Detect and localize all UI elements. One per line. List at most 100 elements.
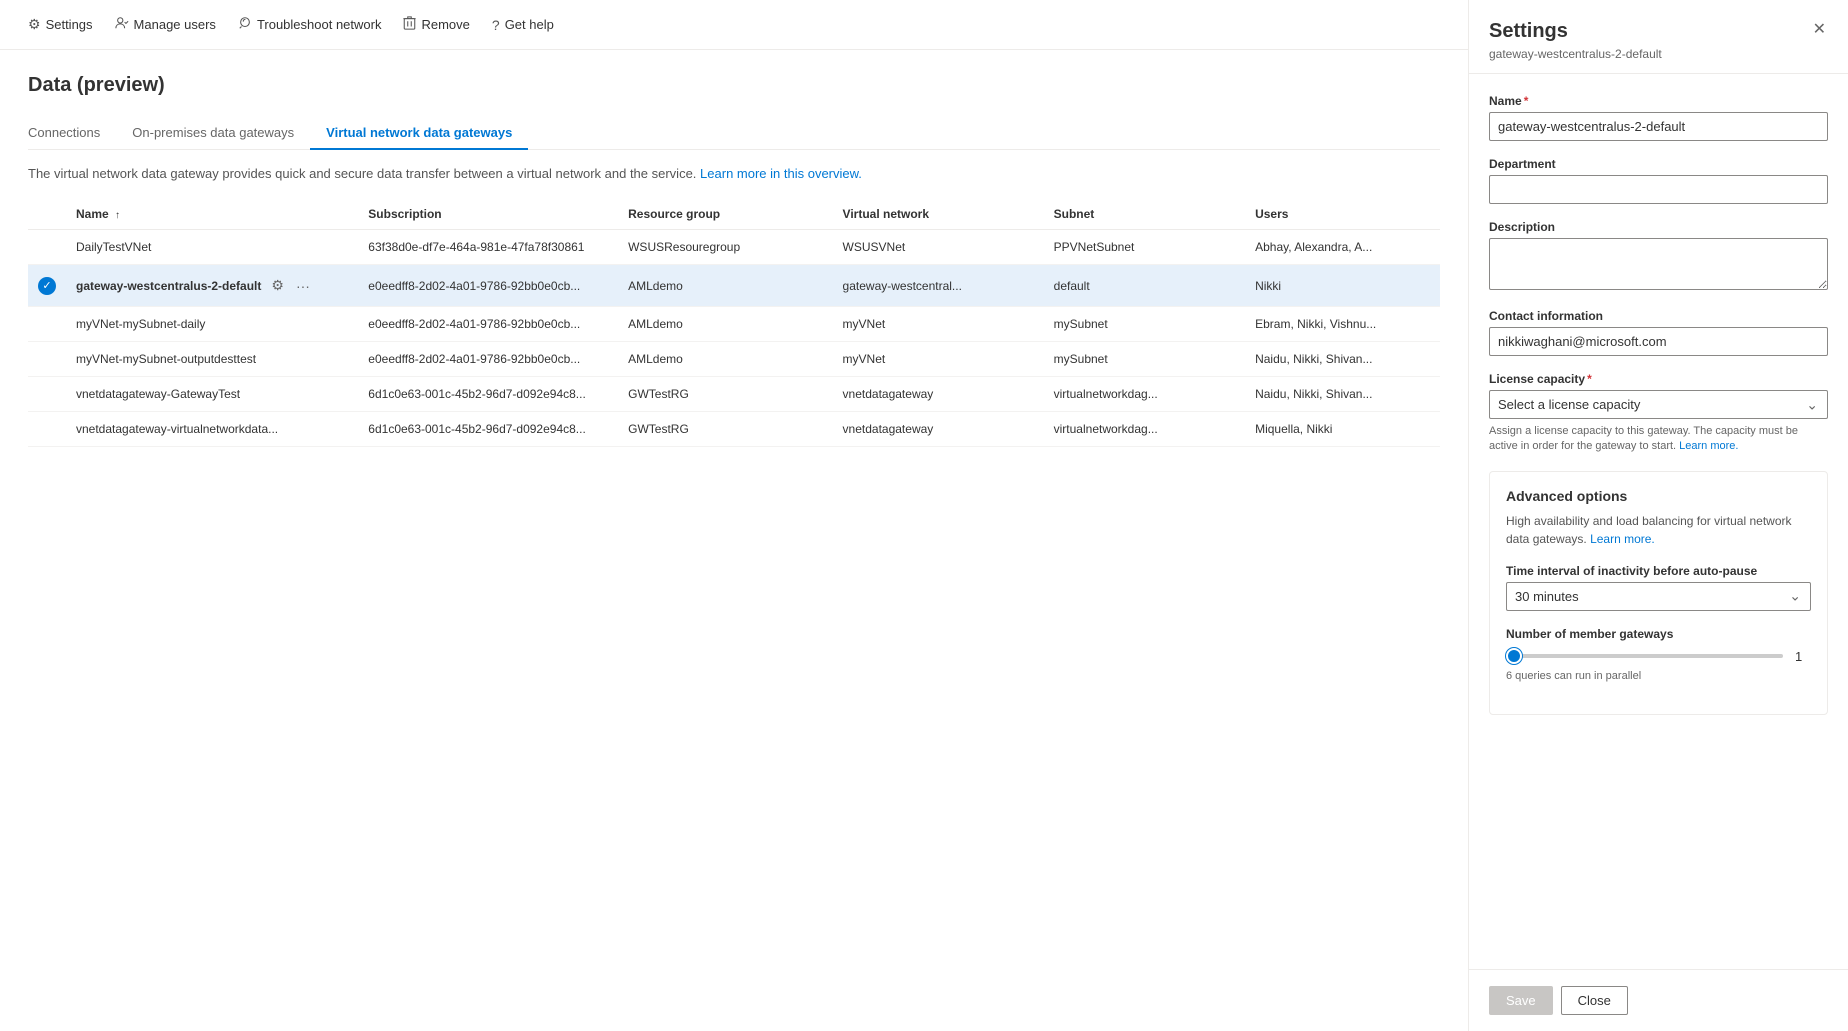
toolbar-troubleshoot-network[interactable]: Troubleshoot network [230,12,390,37]
contact-input[interactable] [1489,327,1828,356]
row-subscription-cell: e0eedff8-2d02-4a01-9786-92bb0e0cb... [358,342,618,377]
description-label: Description [1489,220,1828,234]
col-name: Name ↑ [66,199,358,230]
col-status [28,199,66,230]
toolbar-get-help-label: Get help [505,17,554,32]
row-subscription-cell: e0eedff8-2d02-4a01-9786-92bb0e0cb... [358,265,618,307]
row-status-cell [28,230,66,265]
description-field-group: Description [1489,220,1828,293]
panel-close-button[interactable]: ✕ [1811,20,1828,40]
toolbar-troubleshoot-label: Troubleshoot network [257,17,382,32]
time-interval-field-group: Time interval of inactivity before auto-… [1506,564,1811,611]
member-gateways-slider[interactable] [1506,654,1783,658]
toolbar-remove[interactable]: Remove [395,12,477,37]
license-select-wrapper: Select a license capacity [1489,390,1828,419]
tab-connections[interactable]: Connections [28,117,116,150]
row-resource-group-cell: AMLdemo [618,307,832,342]
row-subnet-cell: mySubnet [1044,342,1245,377]
advanced-desc: High availability and load balancing for… [1506,512,1811,548]
description-textarea[interactable] [1489,238,1828,290]
time-interval-label: Time interval of inactivity before auto-… [1506,564,1811,578]
advanced-title: Advanced options [1506,488,1811,504]
member-gateways-field-group: Number of member gateways 1 6 queries ca… [1506,627,1811,682]
row-users-cell: Ebram, Nikki, Vishnu... [1245,307,1440,342]
row-subnet-cell: default [1044,265,1245,307]
row-subnet-cell: mySubnet [1044,307,1245,342]
member-gateways-label: Number of member gateways [1506,627,1811,641]
toolbar-manage-users[interactable]: Manage users [107,12,224,37]
row-users-cell: Abhay, Alexandra, A... [1245,230,1440,265]
slider-value: 1 [1795,649,1811,664]
panel-subtitle: gateway-westcentralus-2-default [1489,47,1662,61]
row-subnet-cell: virtualnetworkdag... [1044,412,1245,447]
toolbar-settings-label: Settings [46,17,93,32]
active-icon: ✓ [38,277,56,295]
row-subscription-cell: 6d1c0e63-001c-45b2-96d7-d092e94c8... [358,412,618,447]
help-icon: ? [492,17,500,33]
row-subnet-cell: PPVNetSubnet [1044,230,1245,265]
license-learn-more-link[interactable]: Learn more. [1679,440,1738,452]
row-resource-group-cell: AMLdemo [618,265,832,307]
slider-container: 1 [1506,649,1811,664]
row-subscription-cell: 63f38d0e-df7e-464a-981e-47fa78f30861 [358,230,618,265]
table-row[interactable]: myVNet-mySubnet-outputdestteste0eedff8-2… [28,342,1440,377]
tab-description: The virtual network data gateway provide… [28,166,1440,181]
settings-panel: Settings gateway-westcentralus-2-default… [1468,0,1848,1031]
page-title: Data (preview) [28,74,1440,97]
table-row[interactable]: ✓ gateway-westcentralus-2-default ⚙ ··· … [28,265,1440,307]
department-field-group: Department [1489,157,1828,204]
gateways-table: Name ↑ Subscription Resource group Virtu… [28,199,1440,447]
row-more-icon[interactable]: ··· [294,276,312,296]
time-interval-select[interactable]: 10 minutes 20 minutes 30 minutes 60 minu… [1506,582,1811,611]
toolbar: ⚙ Settings Manage users Troubles [0,0,1468,50]
row-subscription-cell: e0eedff8-2d02-4a01-9786-92bb0e0cb... [358,307,618,342]
license-field-group: License capacity* Select a license capac… [1489,372,1828,455]
contact-field-group: Contact information [1489,309,1828,356]
table-row[interactable]: myVNet-mySubnet-dailye0eedff8-2d02-4a01-… [28,307,1440,342]
remove-icon [403,16,416,33]
tabs-container: Connections On-premises data gateways Vi… [28,117,1440,150]
panel-footer: Save Close [1469,969,1848,1031]
row-virtual-network-cell: myVNet [833,307,1044,342]
department-label: Department [1489,157,1828,171]
row-status-cell [28,377,66,412]
col-users: Users [1245,199,1440,230]
tab-on-premises[interactable]: On-premises data gateways [116,117,310,150]
row-users-cell: Miquella, Nikki [1245,412,1440,447]
department-input[interactable] [1489,175,1828,204]
row-name-cell: gateway-westcentralus-2-default ⚙ ··· [66,265,358,307]
row-name-cell: vnetdatagateway-GatewayTest [66,377,358,412]
row-name-cell: DailyTestVNet [66,230,358,265]
license-select[interactable]: Select a license capacity [1489,390,1828,419]
row-status-cell [28,342,66,377]
parallel-info: 6 queries can run in parallel [1506,670,1811,682]
table-row[interactable]: DailyTestVNet63f38d0e-df7e-464a-981e-47f… [28,230,1440,265]
tab-virtual-network[interactable]: Virtual network data gateways [310,117,528,150]
panel-header: Settings gateway-westcentralus-2-default… [1469,0,1848,74]
toolbar-settings[interactable]: ⚙ Settings [20,12,101,37]
learn-more-link[interactable]: Learn more in this overview. [700,166,862,181]
row-status-cell [28,412,66,447]
table-row[interactable]: vnetdatagateway-GatewayTest6d1c0e63-001c… [28,377,1440,412]
row-name-cell: myVNet-mySubnet-daily [66,307,358,342]
troubleshoot-icon [238,16,252,33]
toolbar-get-help[interactable]: ? Get help [484,13,562,37]
row-name-text: gateway-westcentralus-2-default [76,279,261,293]
name-label: Name* [1489,94,1828,108]
row-resource-group-cell: GWTestRG [618,377,832,412]
row-settings-icon[interactable]: ⚙ [269,275,286,296]
contact-label: Contact information [1489,309,1828,323]
close-button[interactable]: Close [1561,986,1628,1015]
save-button[interactable]: Save [1489,986,1553,1015]
row-users-cell: Nikki [1245,265,1440,307]
name-input[interactable] [1489,112,1828,141]
table-row[interactable]: vnetdatagateway-virtualnetworkdata...6d1… [28,412,1440,447]
advanced-learn-more-link[interactable]: Learn more. [1590,532,1655,546]
row-virtual-network-cell: vnetdatagateway [833,412,1044,447]
panel-body: Name* Department Description Contact inf… [1469,74,1848,969]
col-resource-group: Resource group [618,199,832,230]
row-name-cell: vnetdatagateway-virtualnetworkdata... [66,412,358,447]
toolbar-manage-users-label: Manage users [134,17,216,32]
row-resource-group-cell: GWTestRG [618,412,832,447]
row-subscription-cell: 6d1c0e63-001c-45b2-96d7-d092e94c8... [358,377,618,412]
